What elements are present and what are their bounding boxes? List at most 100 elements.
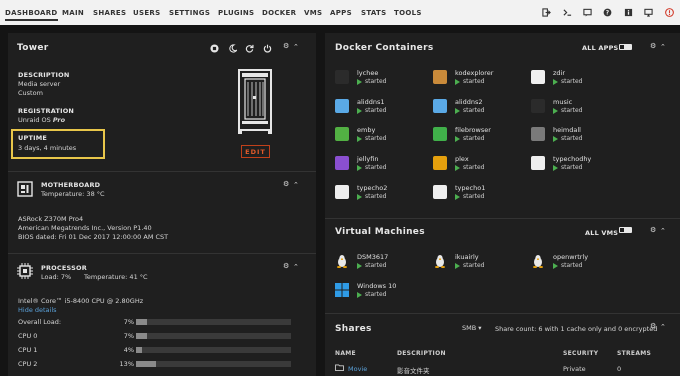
nav-settings[interactable]: SETTINGS <box>169 9 210 17</box>
power-icon[interactable] <box>263 44 272 53</box>
cpu-row-value: 7% <box>123 318 134 326</box>
vm-name: Windows 10 <box>357 282 397 290</box>
container-logo-icon <box>531 99 545 113</box>
divider <box>8 253 316 254</box>
processor-model: Intel® Core™ i5-8400 CPU @ 2.80GHz <box>18 297 144 305</box>
hide-details-link[interactable]: Hide details <box>18 306 57 314</box>
vm-state: started <box>463 262 485 269</box>
nav-users[interactable]: USERS <box>133 9 160 17</box>
notification-icon[interactable] <box>665 8 674 17</box>
registration-prefix: Unraid OS <box>18 116 53 124</box>
shares-collapse-icon[interactable]: ⌃ <box>660 323 666 331</box>
cpu-row-label: Overall Load: <box>18 318 62 326</box>
container-logo-icon <box>335 70 349 84</box>
share-name-link[interactable]: Movie <box>348 365 367 373</box>
all-apps-toggle[interactable] <box>619 44 632 50</box>
nav-apps[interactable]: APPS <box>330 9 352 17</box>
container-logo-icon <box>335 156 349 170</box>
cpu-load-bar-fill <box>136 347 143 353</box>
container-state: started <box>365 164 387 171</box>
registration-label: REGISTRATION <box>18 107 75 115</box>
terminal-icon[interactable] <box>563 8 572 17</box>
description-line2: Custom <box>18 89 43 97</box>
play-icon <box>455 263 460 269</box>
container-name: jellyfin <box>357 155 379 163</box>
container-name: typechodhy <box>553 155 592 163</box>
tower-settings-icon[interactable]: ⚙ <box>283 42 289 50</box>
nav-docker[interactable]: DOCKER <box>262 9 296 17</box>
reboot-icon[interactable] <box>245 44 254 53</box>
processor-settings-icon[interactable]: ⚙ <box>283 262 289 270</box>
shares-filter-select[interactable]: SMB ▾ <box>462 324 482 332</box>
info-icon[interactable] <box>624 8 633 17</box>
tower-collapse-icon[interactable]: ⌃ <box>293 43 299 51</box>
motherboard-settings-icon[interactable]: ⚙ <box>283 180 289 188</box>
play-icon <box>553 136 558 142</box>
sleep-icon[interactable] <box>228 44 237 53</box>
nav-plugins[interactable]: PLUGINS <box>218 9 254 17</box>
motherboard-temperature: Temperature: 38 °C <box>41 190 105 198</box>
edit-button[interactable]: EDIT <box>241 145 270 158</box>
container-logo-icon <box>335 127 349 141</box>
logout-icon[interactable] <box>542 8 551 17</box>
nav-dashboard[interactable]: DASHBOARD <box>5 9 58 21</box>
motherboard-collapse-icon[interactable]: ⌃ <box>293 181 299 189</box>
container-state: started <box>463 107 485 114</box>
folder-icon <box>335 364 344 371</box>
all-vms-toggle[interactable] <box>619 227 632 233</box>
docker-settings-icon[interactable]: ⚙ <box>650 42 656 50</box>
bios-vendor: American Megatrends Inc., Version P1.40 <box>18 224 152 232</box>
container-state: started <box>365 135 387 142</box>
play-icon <box>357 194 362 200</box>
motherboard-title: MOTHERBOARD <box>41 181 101 189</box>
motherboard-model: ASRock Z370M Pro4 <box>18 215 84 223</box>
container-state: started <box>365 193 387 200</box>
shares-settings-icon[interactable]: ⚙ <box>650 322 656 330</box>
vm-state: started <box>365 262 387 269</box>
docker-collapse-icon[interactable]: ⌃ <box>660 43 666 51</box>
uptime-value: 3 days, 4 minutes <box>18 144 77 152</box>
container-state: started <box>463 164 485 171</box>
container-logo-icon <box>335 185 349 199</box>
cpu-row-value: 4% <box>123 346 134 354</box>
nav-shares[interactable]: SHARES <box>93 9 126 17</box>
vms-collapse-icon[interactable]: ⌃ <box>660 227 666 235</box>
play-icon <box>455 136 460 142</box>
processor-load: Load: 7% <box>41 273 72 281</box>
play-icon <box>553 108 558 114</box>
shares-header-streams: STREAMS <box>617 350 652 357</box>
linux-icon <box>337 255 347 268</box>
play-icon <box>357 108 362 114</box>
cpu-row-label: CPU 0 <box>18 332 38 340</box>
help-icon[interactable]: ? <box>603 8 612 17</box>
vm-state: started <box>561 262 583 269</box>
play-icon <box>553 79 558 85</box>
container-state: started <box>463 193 485 200</box>
stop-icon[interactable] <box>210 44 219 53</box>
feedback-icon[interactable] <box>583 8 592 17</box>
play-icon <box>357 292 362 298</box>
divider <box>325 218 680 219</box>
nav-vms[interactable]: VMS <box>304 9 322 17</box>
container-logo-icon <box>433 70 447 84</box>
vms-settings-icon[interactable]: ⚙ <box>650 226 656 234</box>
container-name: plex <box>455 155 469 163</box>
nav-main[interactable]: MAIN <box>62 9 84 17</box>
container-name: aliddns2 <box>455 98 483 106</box>
nav-tools[interactable]: TOOLS <box>394 9 422 17</box>
all-apps-label: ALL APPS <box>582 44 619 52</box>
play-icon <box>455 194 460 200</box>
processor-collapse-icon[interactable]: ⌃ <box>293 263 299 271</box>
container-state: started <box>463 135 485 142</box>
share-streams: 0 <box>617 365 622 373</box>
all-vms-label: ALL VMS <box>585 229 619 237</box>
container-name: music <box>553 98 573 106</box>
processor-title: PROCESSOR <box>41 264 87 272</box>
share-security: Private <box>563 365 586 373</box>
nav-stats[interactable]: STATS <box>361 9 386 17</box>
registration-value: Unraid OS Pro <box>18 116 65 124</box>
cpu-load-bar-fill <box>136 361 157 367</box>
monitor-icon[interactable] <box>644 8 653 17</box>
cpu-load-bar-fill <box>136 333 147 339</box>
play-icon <box>357 263 362 269</box>
